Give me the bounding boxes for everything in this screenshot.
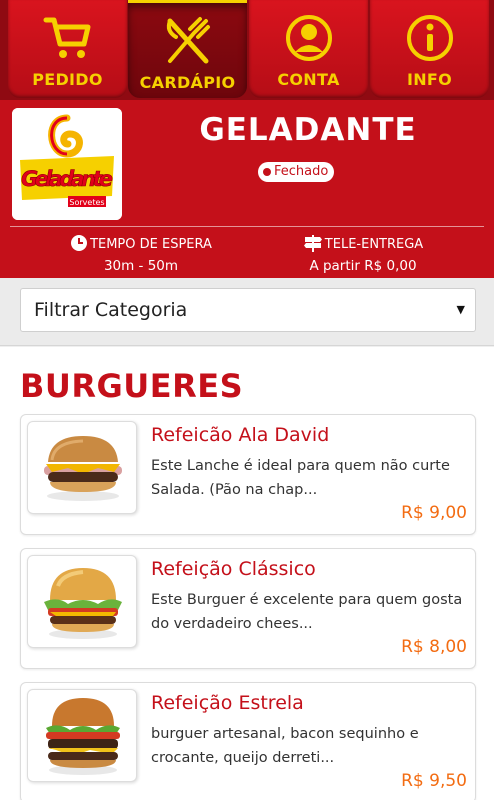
- item-title: Refeição Clássico: [151, 558, 316, 580]
- menu-item-card[interactable]: Refeição Clássico Este Burguer é excelen…: [20, 548, 476, 669]
- tab-label: PEDIDO: [32, 70, 103, 89]
- store-header: Geladante Sorvetes GELADANTE Fechado TEM…: [0, 100, 494, 278]
- item-price: R$ 9,50: [401, 771, 467, 791]
- tab-label: INFO: [406, 70, 453, 89]
- menu-content: BURGUERES Refeicão Ala David Este Lanche…: [0, 347, 494, 800]
- section-title: BURGUERES: [20, 367, 244, 405]
- burger-image: [27, 421, 137, 514]
- item-title: Refeição Estrela: [151, 692, 304, 714]
- category-filter-select[interactable]: Filtrar Categoria ▼: [20, 288, 476, 332]
- tab-cardapio[interactable]: CARDÁPIO: [128, 0, 247, 98]
- wait-label: TEMPO DE ESPERA: [90, 237, 212, 252]
- status-text: Fechado: [274, 164, 329, 179]
- delivery-info: TELE-ENTREGA A partir R$ 0,00: [298, 234, 428, 274]
- top-nav: PEDIDO CARDÁPIO CONTA INFO: [0, 0, 494, 100]
- item-title: Refeicão Ala David: [151, 424, 330, 446]
- signpost-icon: [303, 235, 322, 252]
- delivery-label: TELE-ENTREGA: [324, 237, 424, 252]
- tab-label: CONTA: [277, 70, 340, 89]
- status-dot-icon: [263, 168, 271, 176]
- info-icon: [406, 15, 453, 61]
- cart-icon: [43, 17, 90, 58]
- burger-image: [27, 689, 137, 782]
- menu-item-card[interactable]: Refeicão Ala David Este Lanche é ideal p…: [20, 414, 476, 535]
- status-badge: Fechado: [258, 162, 335, 182]
- burger-image: [27, 555, 137, 648]
- item-description: burguer artesanal, bacon sequinho e croc…: [151, 726, 419, 766]
- filter-label: Filtrar Categoria: [34, 299, 188, 321]
- delivery-value: A partir R$ 0,00: [309, 258, 417, 274]
- tab-info[interactable]: INFO: [370, 0, 489, 98]
- clock-icon: [71, 235, 88, 251]
- wait-value: 30m - 50m: [103, 258, 179, 274]
- user-icon: [285, 15, 332, 61]
- header-divider: [10, 226, 484, 227]
- item-description: Este Burguer é excelente para quem gosta…: [151, 592, 463, 632]
- tab-label: CARDÁPIO: [139, 73, 236, 92]
- tab-pedido[interactable]: PEDIDO: [8, 0, 127, 98]
- item-description: Este Lanche é ideal para quem não curte …: [151, 458, 450, 498]
- logo-tagline: Sorvetes: [69, 198, 104, 207]
- wait-time-info: TEMPO DE ESPERA 30m - 50m: [66, 234, 216, 274]
- store-name: GELADANTE: [199, 112, 417, 148]
- store-logo: Geladante Sorvetes: [12, 108, 122, 220]
- fork-knife-icon: [166, 17, 210, 64]
- item-price: R$ 8,00: [401, 637, 467, 657]
- geladante-logo-icon: Geladante Sorvetes: [12, 108, 122, 220]
- tab-conta[interactable]: CONTA: [249, 0, 368, 98]
- logo-brand: Geladante: [21, 167, 113, 191]
- item-price: R$ 9,00: [401, 503, 467, 523]
- menu-item-card[interactable]: Refeição Estrela burguer artesanal, baco…: [20, 682, 476, 800]
- chevron-down-icon: ▼: [456, 303, 465, 316]
- filter-bar: Filtrar Categoria ▼: [0, 278, 494, 346]
